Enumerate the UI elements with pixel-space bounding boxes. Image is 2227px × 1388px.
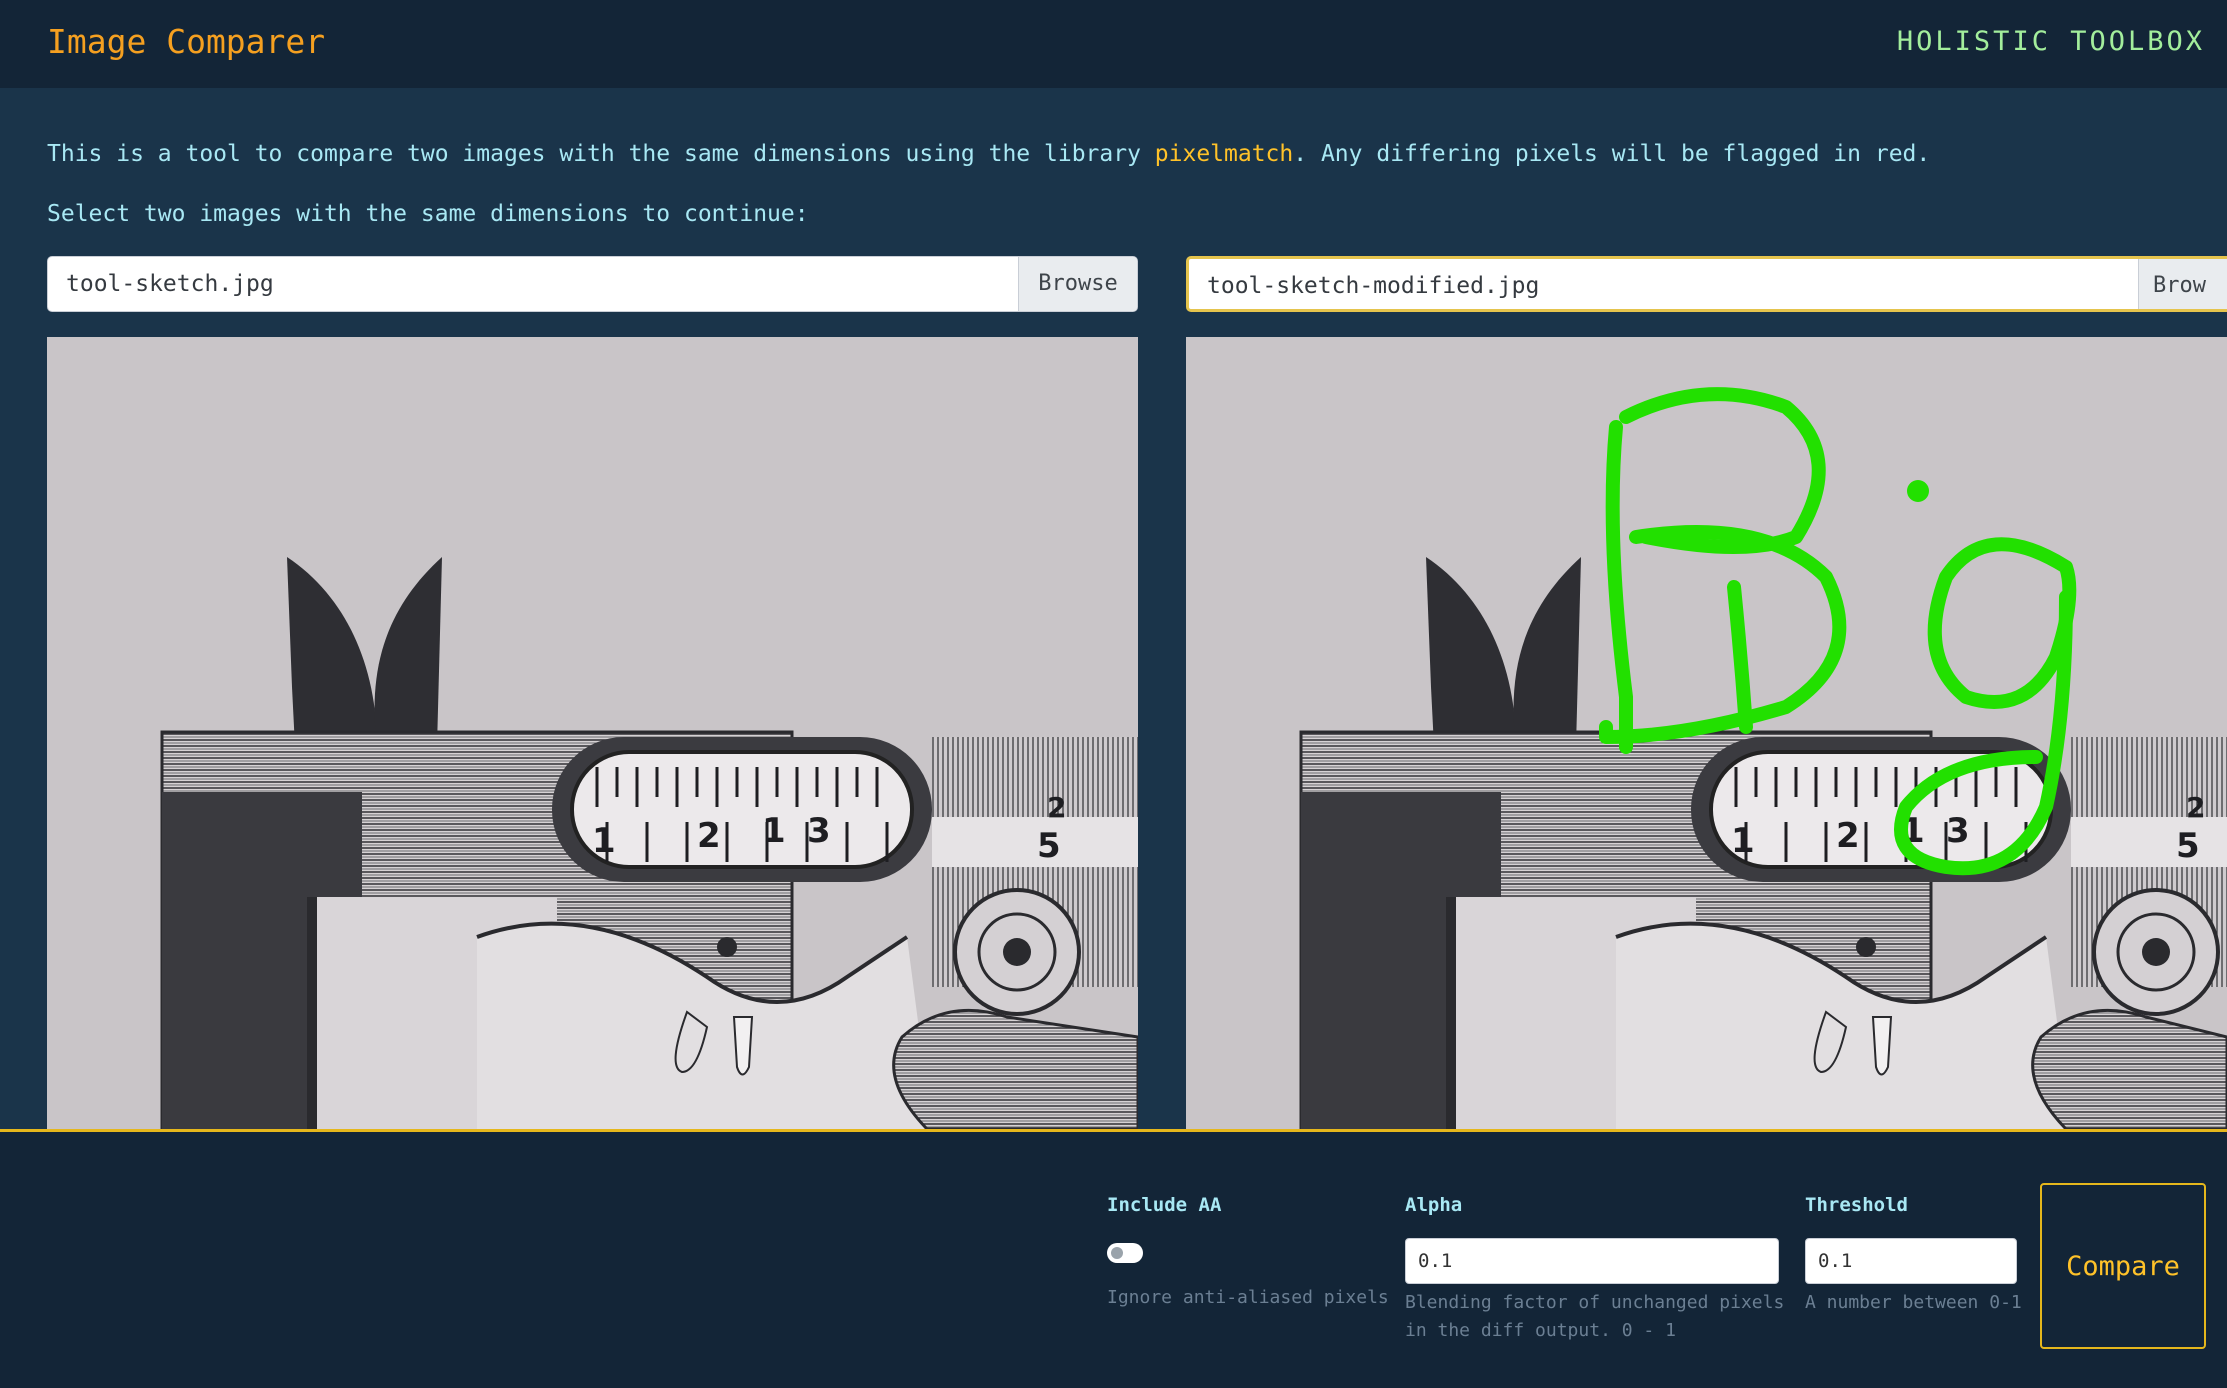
svg-text:3: 3: [807, 811, 831, 851]
compare-button[interactable]: Compare: [2040, 1183, 2206, 1349]
alpha-help-line1: Blending factor of unchanged pixels: [1405, 1292, 1785, 1313]
select-prompt: Select two images with the same dimensio…: [47, 201, 809, 227]
right-file-name: tool-sketch-modified.jpg: [1207, 273, 1540, 299]
include-aa-help: Ignore anti-aliased pixels: [1107, 1287, 1389, 1308]
svg-text:2: 2: [1047, 791, 1066, 824]
threshold-label: Threshold: [1805, 1194, 1908, 1216]
threshold-help: A number between 0-1: [1805, 1292, 2022, 1313]
svg-text:5: 5: [2176, 826, 2200, 866]
toggle-knob-icon: [1111, 1247, 1123, 1259]
left-browse-button[interactable]: Browse: [1018, 257, 1137, 311]
caliper-sketch-image: 1213 5 2: [47, 337, 1138, 1129]
caliper-sketch-image: 1213 5 2: [1186, 337, 2227, 1129]
include-aa-toggle[interactable]: [1107, 1243, 1143, 1263]
svg-text:3: 3: [1946, 811, 1970, 851]
svg-text:1: 1: [762, 811, 786, 851]
app-title: Image Comparer: [47, 22, 326, 61]
left-file-name: tool-sketch.jpg: [66, 271, 274, 297]
intro-text-before: This is a tool to compare two images wit…: [47, 141, 1155, 167]
svg-text:2: 2: [697, 816, 721, 856]
intro-text: This is a tool to compare two images wit…: [47, 136, 1930, 172]
include-aa-label: Include AA: [1107, 1194, 1222, 1216]
svg-text:2: 2: [2186, 791, 2205, 824]
brand-link[interactable]: HOLISTIC TOOLBOX: [1897, 22, 2205, 62]
left-image-preview: 1213 5 2: [47, 337, 1138, 1129]
left-file-input[interactable]: tool-sketch.jpg Browse: [47, 256, 1138, 312]
top-bar: Image Comparer HOLISTIC TOOLBOX: [0, 0, 2227, 88]
svg-text:1: 1: [1731, 821, 1755, 861]
svg-text:2: 2: [1836, 816, 1860, 856]
svg-text:1: 1: [592, 821, 616, 861]
right-image-preview: 1213 5 2: [1186, 337, 2227, 1129]
right-browse-button[interactable]: Brow: [2138, 259, 2227, 309]
threshold-input[interactable]: [1805, 1238, 2017, 1284]
alpha-input[interactable]: [1405, 1238, 1779, 1284]
intro-text-after: . Any differing pixels will be flagged i…: [1293, 141, 1931, 167]
alpha-help-line2: in the diff output. 0 - 1: [1405, 1320, 1676, 1341]
alpha-label: Alpha: [1405, 1194, 1463, 1216]
right-file-input[interactable]: tool-sketch-modified.jpg Brow: [1186, 256, 2227, 312]
svg-text:5: 5: [1037, 826, 1061, 866]
control-bar: Include AA Ignore anti-aliased pixels Al…: [0, 1129, 2227, 1388]
pixelmatch-link[interactable]: pixelmatch: [1155, 141, 1293, 167]
